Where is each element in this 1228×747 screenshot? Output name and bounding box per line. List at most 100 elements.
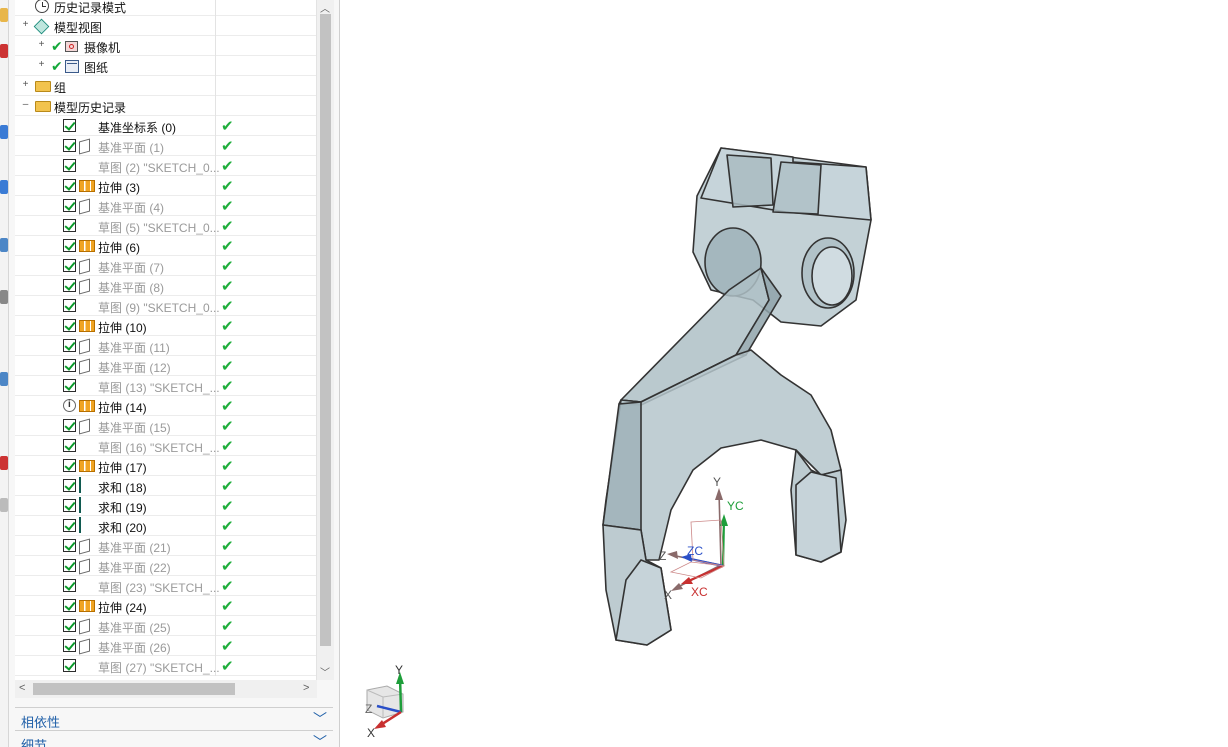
- feature-checkbox[interactable]: [63, 359, 76, 372]
- feature-label: 草图 (27) "SKETCH_...: [98, 661, 220, 675]
- tree-row[interactable]: 草图 (13) "SKETCH_... ✔: [15, 376, 316, 396]
- csys-label-y: Y: [713, 475, 721, 489]
- feature-checkbox[interactable]: [63, 279, 76, 292]
- feature-checkbox[interactable]: [63, 499, 76, 512]
- tree-row[interactable]: 历史记录模式: [15, 0, 316, 16]
- feature-checkbox[interactable]: [63, 339, 76, 352]
- scroll-down-icon[interactable]: ﹀: [320, 664, 330, 679]
- tree-row[interactable]: 基准平面 (25) ✔: [15, 616, 316, 636]
- feature-checkbox[interactable]: [63, 379, 76, 392]
- chevron-down-icon[interactable]: ﹀: [313, 732, 327, 747]
- expand-icon[interactable]: +: [21, 80, 30, 90]
- feature-checkbox[interactable]: [63, 579, 76, 592]
- feature-checkbox[interactable]: [63, 159, 76, 172]
- tool-icon[interactable]: [0, 44, 8, 58]
- up-to-date-check-icon: ✔: [221, 138, 234, 155]
- graphics-window[interactable]: Y YC Z ZC X XC Y Z X: [341, 0, 1228, 747]
- tree-row[interactable]: 基准平面 (26) ✔: [15, 636, 316, 656]
- tree-row[interactable]: 草图 (9) "SKETCH_0... ✔: [15, 296, 316, 316]
- datum-plane-icon: [79, 538, 90, 555]
- feature-checkbox[interactable]: [63, 479, 76, 492]
- tree-row[interactable]: 基准平面 (22) ✔: [15, 556, 316, 576]
- tree-row[interactable]: 拉伸 (6) ✔: [15, 236, 316, 256]
- chevron-down-icon[interactable]: ﹀: [313, 709, 327, 729]
- tree-row[interactable]: 拉伸 (17) ✔: [15, 456, 316, 476]
- tree-row[interactable]: 基准坐标系 (0) ✔: [15, 116, 316, 136]
- feature-checkbox[interactable]: [63, 619, 76, 632]
- scroll-thumb[interactable]: [320, 14, 331, 646]
- tree-row[interactable]: 草图 (2) "SKETCH_0... ✔: [15, 156, 316, 176]
- expand-icon[interactable]: +: [37, 40, 46, 50]
- scroll-left-icon[interactable]: <: [19, 682, 25, 694]
- tree-row[interactable]: 基准平面 (7) ✔: [15, 256, 316, 276]
- tool-icon[interactable]: [0, 125, 8, 139]
- csys-label-zc: ZC: [687, 544, 703, 558]
- feature-checkbox[interactable]: [63, 419, 76, 432]
- expand-icon[interactable]: +: [37, 60, 46, 70]
- feature-checkbox[interactable]: [63, 519, 76, 532]
- tree-row[interactable]: 草图 (5) "SKETCH_0... ✔: [15, 216, 316, 236]
- tree-row[interactable]: 拉伸 (10) ✔: [15, 316, 316, 336]
- tree-row[interactable]: 基准平面 (8) ✔: [15, 276, 316, 296]
- feature-checkbox[interactable]: [63, 199, 76, 212]
- dependencies-section[interactable]: 相依性 ﹀: [15, 707, 333, 730]
- tree-row[interactable]: 草图 (16) "SKETCH_... ✔: [15, 436, 316, 456]
- tool-icon[interactable]: [0, 238, 8, 252]
- tool-icon[interactable]: [0, 456, 8, 470]
- feature-checkbox[interactable]: [63, 459, 76, 472]
- feature-label: 求和 (20): [98, 521, 147, 535]
- tree-row[interactable]: i 拉伸 (14) ✔: [15, 396, 316, 416]
- scroll-thumb[interactable]: [33, 683, 235, 695]
- tree-row[interactable]: 草图 (23) "SKETCH_... ✔: [15, 576, 316, 596]
- tree-row[interactable]: 求和 (19) ✔: [15, 496, 316, 516]
- collapse-icon[interactable]: –: [21, 100, 30, 110]
- tree-row[interactable]: 求和 (20) ✔: [15, 516, 316, 536]
- feature-checkbox[interactable]: [63, 319, 76, 332]
- feature-checkbox[interactable]: [63, 259, 76, 272]
- feature-checkbox[interactable]: [63, 599, 76, 612]
- visibility-check-icon[interactable]: ✔: [51, 38, 63, 54]
- feature-checkbox[interactable]: [63, 179, 76, 192]
- tree-row[interactable]: + ✔ 图纸: [15, 56, 316, 76]
- feature-label: 拉伸 (17): [98, 461, 147, 475]
- up-to-date-check-icon: ✔: [221, 278, 234, 295]
- tree-row[interactable]: 基准平面 (15) ✔: [15, 416, 316, 436]
- tree-row[interactable]: 基准平面 (4) ✔: [15, 196, 316, 216]
- feature-checkbox[interactable]: [63, 239, 76, 252]
- tree-row[interactable]: 求和 (18) ✔: [15, 476, 316, 496]
- info-icon[interactable]: i: [63, 399, 76, 412]
- tree-row[interactable]: – 模型历史记录: [15, 96, 316, 116]
- feature-checkbox[interactable]: [63, 119, 76, 132]
- feature-checkbox[interactable]: [63, 139, 76, 152]
- tree-row[interactable]: 基准平面 (12) ✔: [15, 356, 316, 376]
- feature-checkbox[interactable]: [63, 559, 76, 572]
- scroll-up-icon[interactable]: ︿: [320, 0, 330, 15]
- expand-icon[interactable]: +: [21, 20, 30, 30]
- tree-row[interactable]: + ✔ 摄像机: [15, 36, 316, 56]
- feature-checkbox[interactable]: [63, 539, 76, 552]
- tree-row[interactable]: 基准平面 (1) ✔: [15, 136, 316, 156]
- details-section[interactable]: 细节 ﹀: [15, 730, 333, 747]
- tree-row[interactable]: 草图 (27) "SKETCH_... ✔: [15, 656, 316, 676]
- up-to-date-check-icon: ✔: [221, 498, 234, 515]
- visibility-check-icon[interactable]: ✔: [51, 58, 63, 74]
- feature-checkbox[interactable]: [63, 439, 76, 452]
- feature-checkbox[interactable]: [63, 299, 76, 312]
- tree-row[interactable]: 拉伸 (3) ✔: [15, 176, 316, 196]
- tree-row[interactable]: 拉伸 (24) ✔: [15, 596, 316, 616]
- horizontal-scrollbar[interactable]: < >: [15, 680, 317, 698]
- vertical-scrollbar[interactable]: ︿ ﹀: [317, 0, 334, 680]
- tree-row[interactable]: + 组: [15, 76, 316, 96]
- tree-row[interactable]: 基准平面 (11) ✔: [15, 336, 316, 356]
- feature-checkbox[interactable]: [63, 639, 76, 652]
- tool-icon[interactable]: [0, 372, 8, 386]
- tool-icon[interactable]: [0, 180, 8, 194]
- tool-icon[interactable]: [0, 8, 8, 22]
- tree-row[interactable]: 基准平面 (21) ✔: [15, 536, 316, 556]
- tree-row[interactable]: + 模型视图: [15, 16, 316, 36]
- feature-checkbox[interactable]: [63, 659, 76, 672]
- tool-icon[interactable]: [0, 498, 8, 512]
- tool-icon[interactable]: [0, 290, 8, 304]
- feature-checkbox[interactable]: [63, 219, 76, 232]
- scroll-right-icon[interactable]: >: [303, 682, 309, 694]
